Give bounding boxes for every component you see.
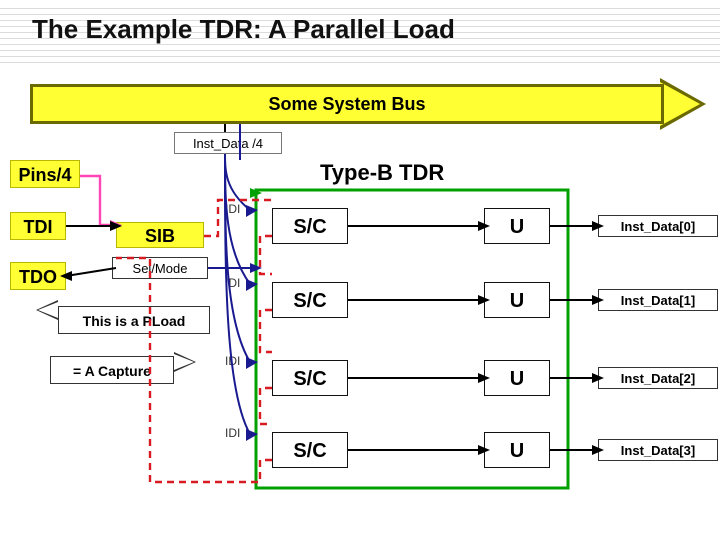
sc-cell: S/C	[272, 432, 348, 468]
sc-cell: S/C	[272, 208, 348, 244]
selmode-box: Sel/Mode	[112, 257, 208, 279]
sc-cell: S/C	[272, 360, 348, 396]
sib-box: SIB	[116, 222, 204, 248]
idi-label: IDI	[225, 276, 255, 290]
tdr-type-label: Type-B TDR	[320, 160, 444, 186]
system-bus-arrow: Some System Bus	[30, 84, 664, 124]
u-cell: U	[484, 208, 550, 244]
tdo-box: TDO	[10, 262, 66, 290]
instdata-label: Inst_Data[3]	[598, 439, 718, 461]
inst-data-label: Inst_Data /4	[174, 132, 282, 154]
slide-title: The Example TDR: A Parallel Load	[32, 14, 455, 45]
idi-label: IDI	[225, 202, 255, 216]
capture-callout: = A Capture	[50, 356, 174, 384]
u-cell: U	[484, 282, 550, 318]
sc-cell: S/C	[272, 282, 348, 318]
idi-label: IDI	[225, 426, 255, 440]
pins-box: Pins/4	[10, 160, 80, 188]
pload-callout: This is a PLoad	[58, 306, 210, 334]
instdata-label: Inst_Data[0]	[598, 215, 718, 237]
instdata-label: Inst_Data[1]	[598, 289, 718, 311]
u-cell: U	[484, 432, 550, 468]
instdata-label: Inst_Data[2]	[598, 367, 718, 389]
idi-label: IDI	[225, 354, 255, 368]
u-cell: U	[484, 360, 550, 396]
tdi-box: TDI	[10, 212, 66, 240]
